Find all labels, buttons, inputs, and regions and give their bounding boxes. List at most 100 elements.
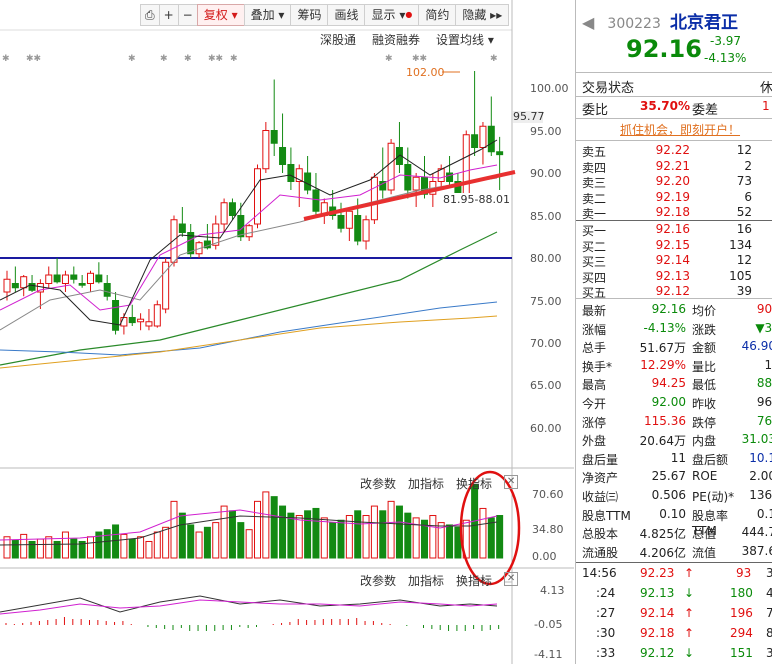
fuquan-button[interactable]: 复权 ▾: [196, 4, 245, 26]
buy-label: 买四: [582, 270, 607, 285]
candle-body: [128, 317, 136, 324]
buy-volume: 134: [729, 237, 752, 252]
svg-text:✱: ✱: [160, 54, 168, 64]
macd-add-indicator-link[interactable]: 加指标: [408, 572, 444, 589]
volume-bar: [195, 531, 203, 559]
tick-price: 92.12: [640, 646, 675, 660]
buy-row[interactable]: 买三 92.14 12: [576, 253, 772, 269]
price-axis-label: 60.00: [530, 422, 562, 435]
vol-close-icon[interactable]: ✕: [504, 475, 519, 489]
volume-bar: [370, 505, 378, 559]
sell-volume: 2: [744, 158, 752, 173]
sell-volume: 12: [736, 143, 752, 157]
buy-row[interactable]: 买一 92.16 16: [576, 222, 772, 238]
vol-axis-bottom: 0.00: [532, 550, 557, 563]
zoom-out-button[interactable]: −: [177, 4, 198, 26]
sell-row[interactable]: 卖二 92.19 6: [576, 190, 772, 206]
volume-bar: [429, 515, 437, 559]
stat-value: 25.67: [651, 469, 686, 484]
candle-body: [61, 274, 69, 284]
candle-body: [45, 274, 53, 284]
candle-body: [103, 283, 111, 297]
stat-label: 均价: [692, 304, 717, 318]
candle-body: [287, 164, 295, 182]
svg-text:✱✱: ✱✱: [208, 54, 223, 64]
price-axis-label: 100.00: [530, 82, 569, 95]
hide-button[interactable]: 隐藏 ▸▸: [455, 4, 510, 26]
macd-axis-top: 4.13: [540, 584, 565, 597]
candle-body: [237, 215, 245, 238]
lock-icon[interactable]: ⎙: [140, 4, 160, 26]
draw-line-button[interactable]: 画线: [327, 4, 366, 26]
vol-switch-indicator-link[interactable]: 换指标: [456, 475, 492, 492]
macd-switch-indicator-link[interactable]: 换指标: [456, 572, 492, 589]
stat-value: 0.10: [659, 506, 686, 521]
simple-button[interactable]: 简约: [418, 4, 457, 26]
weibi-value: 35.70%: [640, 99, 690, 113]
stat-label: 盘后额: [692, 452, 729, 467]
buy-label: 买二: [582, 239, 607, 254]
zoom-in-button[interactable]: +: [158, 4, 179, 26]
candle-body: [270, 130, 278, 144]
ma-settings-link[interactable]: 设置均线 ▾: [436, 31, 494, 48]
kline-chart-area[interactable]: ✱ ✱✱ ✱ ✱ ✱ ✱✱ ✱ ✱ ✱✱ ✱ ⎙ + − 复权 ▾ 叠加 ▾ 筹码 画线 显…: [0, 0, 574, 664]
vol-add-indicator-link[interactable]: 加指标: [408, 475, 444, 492]
sell-row[interactable]: 卖三 92.20 73: [576, 174, 772, 190]
sell-row[interactable]: 卖一 92.18 52: [576, 205, 772, 221]
chips-button[interactable]: 筹码: [290, 4, 329, 26]
tick-time: 14:56: [582, 566, 617, 580]
arrow-up-icon: ↑: [684, 606, 695, 620]
kline-svg[interactable]: ✱ ✱✱ ✱ ✱ ✱ ✱✱ ✱ ✱ ✱✱ ✱: [0, 0, 574, 664]
stock-code: 300223: [607, 16, 661, 32]
stat-value: 94.25: [651, 376, 686, 391]
moving-averages: [0, 139, 498, 369]
overlay-button[interactable]: 叠加 ▾: [243, 4, 292, 26]
vol-edit-params-link[interactable]: 改参数: [360, 475, 396, 492]
tick-extra: 4: [766, 586, 772, 600]
volume-bar: [203, 526, 211, 559]
vol-axis-top: 70.60: [532, 488, 564, 501]
stat-value: 444.7: [741, 525, 772, 540]
event-markers[interactable]: ✱ ✱✱ ✱ ✱ ✱ ✱✱ ✱ ✱ ✱✱ ✱: [2, 54, 498, 64]
candle-body: [11, 283, 19, 289]
candle-body: [279, 147, 287, 165]
buy-row[interactable]: 买二 92.15 134: [576, 237, 772, 254]
stat-label: 总股本: [582, 527, 619, 542]
macd-close-icon[interactable]: ✕: [504, 572, 519, 586]
stat-value: 96.: [756, 395, 772, 409]
volume-bar: [387, 500, 395, 559]
macd-panel-links: 改参数 加指标 换指标 ✕: [360, 572, 519, 589]
candle-body: [446, 172, 454, 182]
open-account-promo[interactable]: 抓住机会，即刻开户！: [620, 121, 740, 138]
ma-line: [0, 315, 498, 369]
volume-bar: [128, 538, 136, 559]
sell-row[interactable]: 卖五 92.22 12: [576, 143, 772, 159]
tick-extra: 3: [766, 646, 772, 660]
prev-stock-icon[interactable]: ◀: [582, 13, 594, 32]
macd-edit-params-link[interactable]: 改参数: [360, 572, 396, 589]
margin-trading-link[interactable]: 融资融券: [372, 31, 420, 48]
weicha-value: 1: [762, 99, 770, 113]
stat-label: 涨幅: [582, 322, 607, 337]
price-change: -3.97: [710, 34, 742, 48]
stat-label: 跌停: [692, 415, 717, 430]
volume-bar: [45, 536, 53, 559]
stat-value: 90.: [756, 302, 772, 316]
macd-axis-mid: -0.05: [534, 618, 563, 631]
sell-row[interactable]: 卖四 92.21 2: [576, 158, 772, 175]
buy-price: 92.14: [655, 253, 690, 267]
stat-value: 76.: [756, 413, 772, 428]
stat-value: 4.825亿: [639, 527, 686, 542]
price-axis-label: 80.00: [530, 252, 562, 265]
volume-bar: [178, 512, 186, 559]
buy-row[interactable]: 买四 92.13 105: [576, 269, 772, 285]
stat-label: 收益㈢: [582, 490, 619, 504]
sell-label: 卖二: [582, 191, 607, 206]
volume-bar: [262, 491, 270, 559]
quote-panel: ◀ 300223 北京君正 92.16 -3.97 -4.13% 交易状态 休 …: [575, 0, 772, 664]
buy-row[interactable]: 买五 92.12 39: [576, 284, 772, 300]
hk-connect-link[interactable]: 深股通: [320, 31, 356, 48]
price-axis-label: 85.00: [530, 210, 562, 223]
display-button[interactable]: 显示 ▾●: [364, 4, 420, 26]
volume-bar: [20, 533, 28, 559]
